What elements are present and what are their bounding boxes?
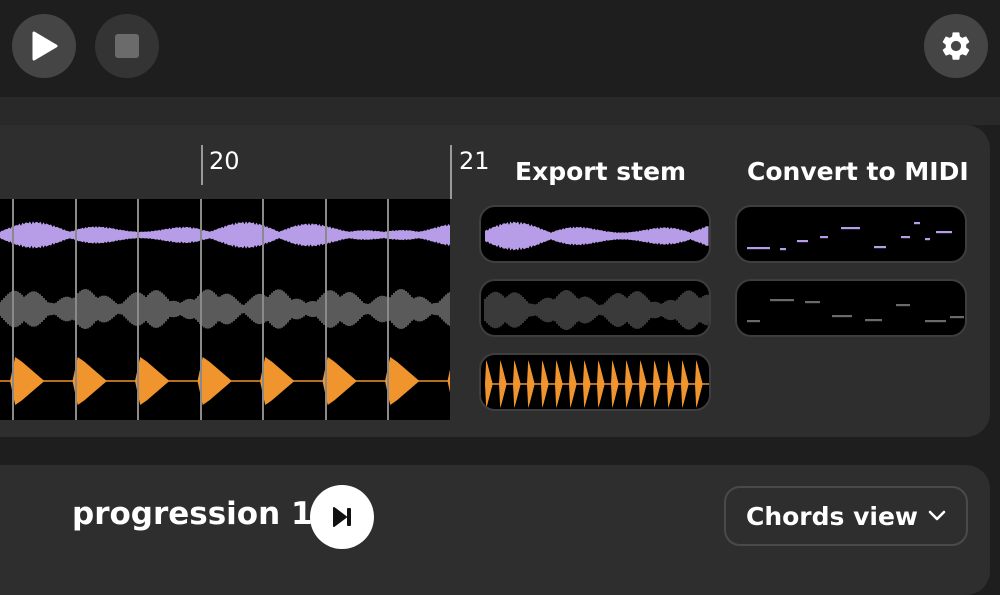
- timeline-marker-20: 20: [209, 147, 240, 175]
- export-stem-other[interactable]: [479, 279, 711, 337]
- midi-note: [914, 222, 920, 225]
- midi-note: [805, 301, 820, 304]
- chevron-down-icon: [928, 510, 946, 521]
- drums-track-waveform: [197, 357, 232, 405]
- midi-note: [747, 247, 770, 250]
- progression-title: progression 1: [72, 496, 313, 532]
- drums-thumbnail-wave: [667, 360, 675, 408]
- view-select-label: Chords view: [745, 501, 919, 531]
- convert-midi-vocals[interactable]: [735, 205, 967, 263]
- drums-thumbnail-wave: [681, 360, 689, 408]
- vocals-midi-thumbnail: [747, 222, 952, 251]
- midi-note: [950, 316, 964, 319]
- skip-forward-button[interactable]: [310, 485, 374, 549]
- vocals-waveform-thumbnail: [485, 221, 709, 251]
- midi-note: [874, 246, 886, 249]
- drums-track-waveform: [72, 357, 107, 405]
- drums-thumbnail-wave: [513, 360, 521, 408]
- midi-note: [901, 236, 910, 239]
- midi-note: [925, 238, 930, 241]
- drums-waveform-thumbnail: [485, 360, 709, 408]
- other-midi-thumbnail: [747, 299, 964, 323]
- drums-thumbnail-wave: [499, 360, 507, 408]
- convert-to-midi-title: Convert to MIDI: [747, 157, 969, 186]
- skip-forward-icon: [333, 507, 351, 527]
- vocals-thumbnail-wave: [485, 221, 709, 251]
- divider-band: [0, 437, 1000, 465]
- drums-thumbnail-wave: [639, 360, 647, 408]
- convert-midi-other[interactable]: [735, 279, 967, 337]
- timeline-marker-line: [201, 145, 203, 185]
- midi-note: [797, 240, 808, 243]
- midi-note: [841, 227, 860, 230]
- drums-track-waveform: [385, 357, 420, 405]
- stop-button[interactable]: [95, 14, 159, 78]
- midi-note: [865, 319, 882, 322]
- drums-thumbnail-wave: [625, 360, 633, 408]
- drums-thumbnail-wave: [583, 360, 591, 408]
- drums-track-waveform: [10, 357, 45, 405]
- midi-note: [747, 320, 760, 323]
- midi-note: [936, 231, 952, 234]
- drums-thumbnail-wave: [555, 360, 563, 408]
- midi-note: [896, 304, 910, 307]
- drums-thumbnail-wave: [653, 360, 661, 408]
- drums-thumbnail-wave: [597, 360, 605, 408]
- vocals-track-waveform: [0, 221, 450, 249]
- midi-note: [832, 315, 852, 318]
- timeline-marker-line: [450, 145, 452, 199]
- play-button[interactable]: [12, 14, 76, 78]
- midi-note: [820, 236, 828, 239]
- drums-thumbnail-wave: [541, 360, 549, 408]
- drums-thumbnail-wave: [527, 360, 535, 408]
- other-waveform-thumbnail: [484, 290, 709, 330]
- midi-note: [770, 299, 794, 302]
- midi-note: [780, 248, 786, 251]
- gear-icon: [942, 32, 970, 60]
- drums-track-waveform: [447, 369, 450, 393]
- drums-thumbnail-wave: [485, 360, 493, 408]
- export-stem-vocals[interactable]: [479, 205, 711, 263]
- stem-waveforms: [0, 199, 450, 420]
- play-icon: [32, 31, 58, 61]
- export-stem-drums[interactable]: [479, 353, 711, 411]
- stem-tracks-view[interactable]: [0, 199, 450, 420]
- view-select-dropdown[interactable]: Chords view: [724, 486, 968, 546]
- export-stem-title: Export stem: [515, 157, 687, 186]
- divider-band: [0, 97, 1000, 125]
- settings-button[interactable]: [924, 14, 988, 78]
- drums-track-waveform: [260, 357, 295, 405]
- drums-track-waveform: [135, 357, 170, 405]
- midi-note: [925, 320, 946, 323]
- timeline-marker-21: 21: [459, 147, 490, 175]
- drums-thumbnail-wave: [611, 360, 619, 408]
- drums-thumbnail-wave: [569, 360, 577, 408]
- drums-thumbnail-wave: [695, 360, 703, 408]
- drums-track-waveform: [322, 357, 357, 405]
- stop-icon: [115, 34, 139, 58]
